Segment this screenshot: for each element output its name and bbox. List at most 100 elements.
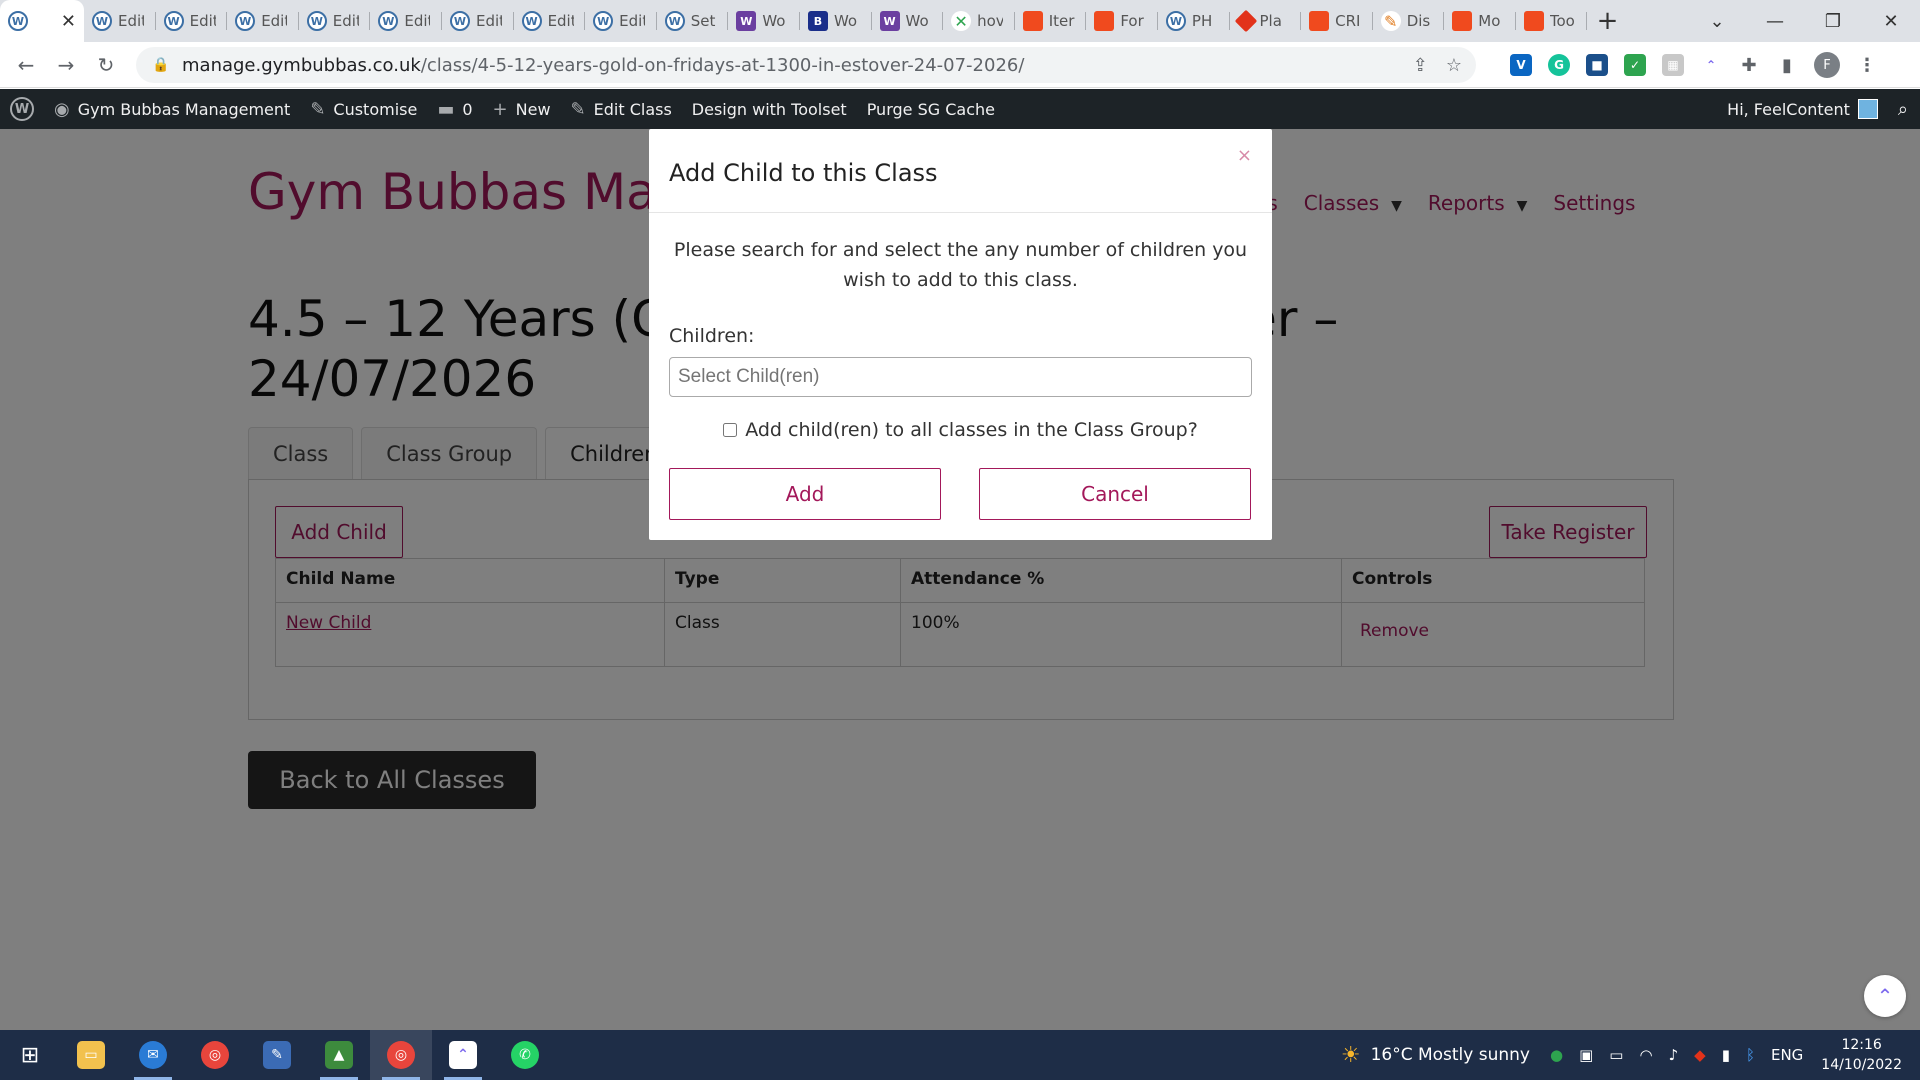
minimize-icon[interactable]: — [1746,11,1804,32]
taskbar-chrome-profile[interactable]: ◎ [370,1030,432,1080]
close-window-icon[interactable]: ✕ [1862,11,1920,32]
pencil-icon: ✎ [570,98,586,120]
tab-favicon-icon: B [807,11,828,31]
taskbar-whatsapp[interactable]: ✆ [494,1030,556,1080]
tab-label: Edit [619,12,645,30]
share-icon[interactable]: ⇪ [1413,55,1428,76]
browser-tab[interactable]: ✕ hov [943,0,1015,42]
url-path: /class/4-5-12-years-gold-on-fridays-at-1… [420,54,1025,76]
browser-tab[interactable]: Too [1516,0,1588,42]
network-drive-icon[interactable]: ▣ [1579,1046,1593,1064]
tab-search-icon[interactable]: ⌄ [1688,11,1746,32]
windows-start-icon[interactable]: ⊞ [0,1043,60,1068]
browser-tab[interactable]: B Wo [800,0,872,42]
browser-tab[interactable]: W PH [1158,0,1230,42]
admin-customise-link[interactable]: ✎ Customise [300,89,427,129]
kaspersky-icon[interactable]: ● [1550,1046,1563,1064]
browser-tab[interactable]: CRI [1301,0,1373,42]
admin-toolset-link[interactable]: Design with Toolset [682,89,857,129]
bluetooth-icon[interactable]: ᛒ [1746,1046,1755,1064]
modal-title: Add Child to this Class [669,159,938,187]
address-bar[interactable]: 🔒 manage.gymbubbas.co.uk/class/4-5-12-ye… [136,47,1476,83]
browser-tab[interactable]: W Edit [156,0,228,42]
wordpress-icon: W [8,11,28,31]
browser-tab[interactable]: W Edit [442,0,514,42]
admin-account-menu[interactable]: Hi, FeelContent [1717,89,1888,129]
clickup-icon[interactable]: ⌃ [1700,54,1722,76]
browser-tab-active[interactable]: W ✕ [0,0,84,42]
browser-tab[interactable]: W Edit [227,0,299,42]
admin-comments-link[interactable]: ▬ 0 [427,89,482,129]
battery-icon[interactable]: ▭ [1609,1046,1623,1064]
taskbar-chrome[interactable]: ◎ [184,1030,246,1080]
admin-edit-label: Edit Class [593,99,672,119]
browser-tab[interactable]: Pla [1230,0,1302,42]
class-group-checkbox[interactable] [723,423,738,437]
microphone-icon[interactable]: ▮ [1722,1046,1730,1064]
app-tray-icon[interactable]: ◆ [1694,1046,1706,1064]
tab-label: Edit [189,12,216,30]
forward-icon[interactable]: → [46,53,86,77]
weather-text[interactable]: 16°C Mostly sunny [1371,1045,1530,1065]
close-tab-icon[interactable]: ✕ [61,11,76,32]
restore-icon[interactable]: ❐ [1804,11,1862,32]
admin-site-link[interactable]: ◉ Gym Bubbas Management [44,89,300,129]
browser-tab[interactable]: W Wo [728,0,800,42]
browser-tab[interactable]: Mo [1444,0,1516,42]
clickup-app-icon: ⌃ [449,1041,477,1069]
volume-icon[interactable]: ♪ [1669,1046,1679,1064]
browser-tab-list: W Edit W Edit W Edit W Edit W Edit W Edit W Edit W Edit… [84,0,1588,42]
weather-sun-icon[interactable]: ☀ [1341,1043,1361,1068]
shield-icon[interactable]: ✓ [1624,54,1646,76]
lock-icon[interactable]: 🔒 [152,57,169,73]
browser-tab[interactable]: W Edit [299,0,371,42]
browser-tab[interactable]: W Edit [370,0,442,42]
wifi-icon[interactable]: ◠ [1639,1046,1652,1064]
new-tab-button[interactable]: + [1587,6,1627,36]
cancel-button[interactable]: Cancel [979,468,1251,520]
clock[interactable]: 12:16 14/10/2022 [1821,1035,1902,1075]
clickup-widget-icon[interactable]: ⌃ [1864,975,1906,1017]
taskbar-clickup[interactable]: ⌃ [432,1030,494,1080]
menu-kebab-icon[interactable]: ⋮ [1856,54,1878,76]
admin-edit-link[interactable]: ✎ Edit Class [561,89,682,129]
grammarly-icon[interactable]: G [1548,54,1570,76]
side-panel-icon[interactable]: ▮ [1776,54,1798,76]
browser-tab[interactable]: ✎ Dis [1373,0,1445,42]
class-group-checkbox-row[interactable]: Add child(ren) to all classes in the Cla… [649,419,1272,441]
browser-toolbar: ← → ↻ 🔒 manage.gymbubbas.co.uk/class/4-5… [0,42,1920,88]
children-select-input[interactable] [669,357,1252,397]
wordpress-logo-icon[interactable]: W [10,97,34,121]
admin-new-link[interactable]: + New [483,89,561,129]
close-icon[interactable]: × [1237,145,1252,166]
taskbar-spreadsheet[interactable]: ▲ [308,1030,370,1080]
bookmark-star-icon[interactable]: ☆ [1446,55,1462,76]
admin-purge-link[interactable]: Purge SG Cache [857,89,1005,129]
browser-tab[interactable]: W Set [657,0,729,42]
tab-favicon-icon [1523,11,1544,31]
puzzle-icon[interactable]: ✚ [1738,54,1760,76]
tab-favicon-icon: W [306,11,327,31]
browser-tab[interactable]: W Wo [872,0,944,42]
extension-blue-icon[interactable]: ■ [1586,54,1608,76]
taskbar-editor[interactable]: ✎ [246,1030,308,1080]
admin-purge-label: Purge SG Cache [866,99,995,119]
extension-grid-icon[interactable]: ▦ [1662,54,1684,76]
browser-tab[interactable]: For [1086,0,1158,42]
extension-v-icon[interactable]: V [1510,54,1532,76]
reload-icon[interactable]: ↻ [86,53,126,77]
class-group-checkbox-label: Add child(ren) to all classes in the Cla… [745,419,1198,441]
browser-tab[interactable]: W Edit [84,0,156,42]
back-icon[interactable]: ← [6,53,46,77]
add-button[interactable]: Add [669,468,941,520]
taskbar-file-explorer[interactable]: ▭ [60,1030,122,1080]
profile-avatar[interactable]: F [1814,52,1840,78]
language-indicator[interactable]: ENG [1771,1046,1803,1064]
browser-tab[interactable]: W Edit [585,0,657,42]
browser-tab[interactable]: W Edit [514,0,586,42]
admin-search-button[interactable]: ⌕ [1888,89,1920,129]
tab-favicon-icon [1234,9,1257,33]
browser-tab[interactable]: Iter [1015,0,1087,42]
taskbar-mail[interactable]: ✉ [122,1030,184,1080]
children-label: Children: [669,325,755,347]
